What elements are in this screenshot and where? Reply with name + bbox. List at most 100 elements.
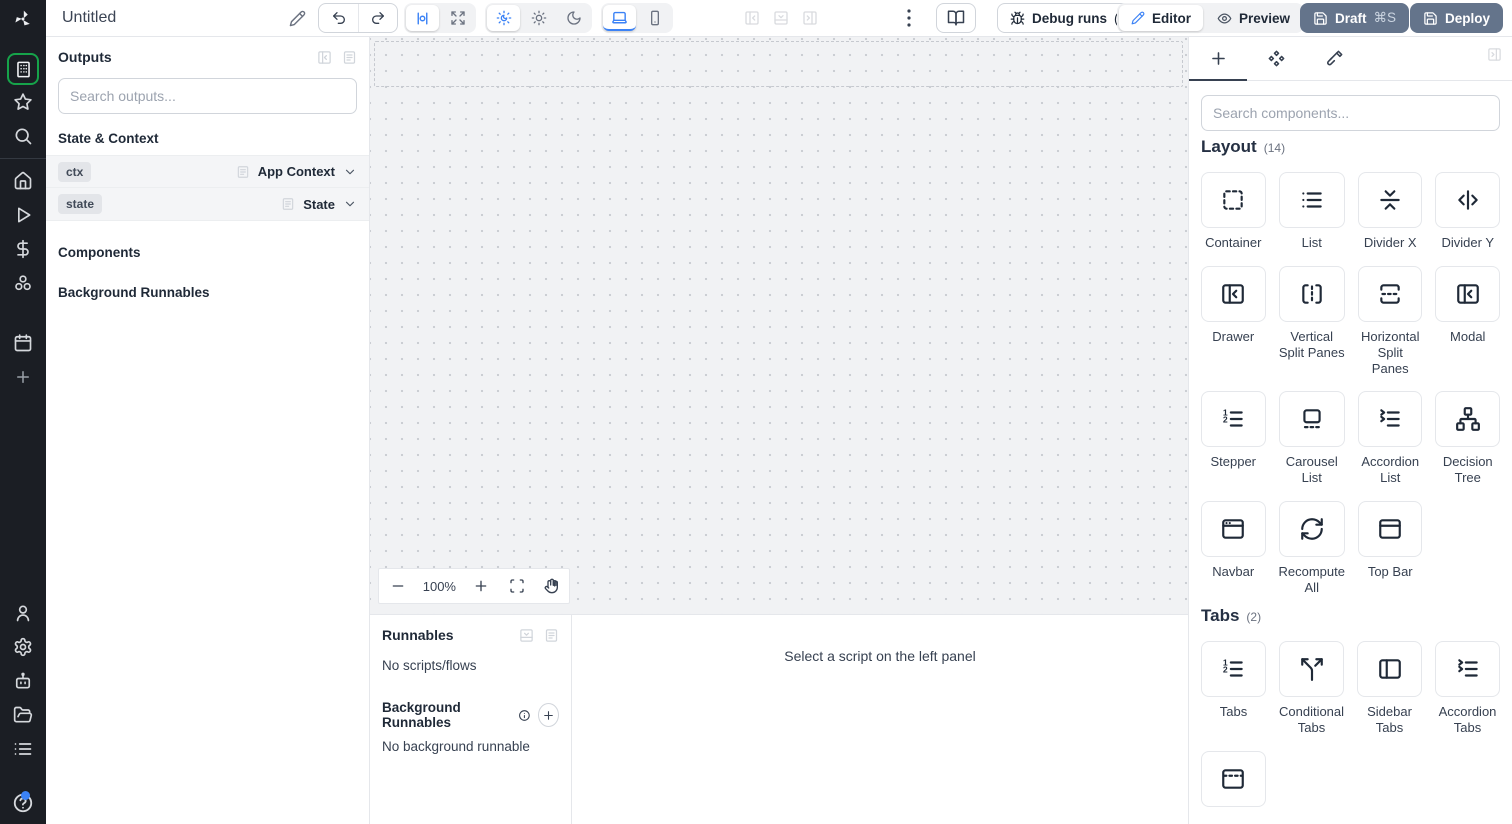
tab-component-settings[interactable] bbox=[1247, 37, 1305, 80]
component-card-accordion-tabs[interactable] bbox=[1435, 640, 1500, 697]
component-card-horizontal-split[interactable] bbox=[1357, 265, 1423, 322]
sidebar-item-help[interactable] bbox=[12, 791, 34, 814]
component-dropzone[interactable] bbox=[374, 41, 1183, 87]
zoom-out-button[interactable] bbox=[379, 569, 417, 603]
rail-bottom-group bbox=[0, 596, 46, 824]
minus-icon bbox=[392, 585, 404, 587]
outputs-title: Outputs bbox=[58, 49, 112, 65]
redo-button[interactable] bbox=[358, 4, 397, 32]
state-row[interactable]: state State bbox=[46, 188, 369, 221]
component-card-invisible-tabs[interactable] bbox=[1201, 750, 1266, 807]
theme-light-icon bbox=[531, 10, 546, 26]
add-background-runnable-button[interactable] bbox=[538, 703, 559, 727]
sidebar-item-add[interactable] bbox=[0, 360, 46, 394]
expand-icon bbox=[450, 11, 465, 25]
editor-tab[interactable]: Editor bbox=[1119, 5, 1203, 31]
chevron-down-icon[interactable] bbox=[343, 197, 357, 211]
outputs-doc-icon[interactable] bbox=[342, 50, 357, 65]
panel-left-toggle-icon[interactable] bbox=[744, 6, 760, 30]
component-card-vertical-split[interactable] bbox=[1278, 265, 1345, 322]
theme-auto-button[interactable] bbox=[487, 5, 520, 31]
pencil-icon bbox=[289, 10, 305, 26]
sidebar-item-schedules[interactable] bbox=[0, 326, 46, 360]
accordion-tabs-icon bbox=[1457, 659, 1478, 677]
component-card-container[interactable] bbox=[1201, 172, 1266, 228]
app-title: Untitled bbox=[62, 9, 117, 26]
draft-button[interactable]: Draft ⌘S bbox=[1300, 3, 1410, 33]
component-card-drawer[interactable] bbox=[1201, 265, 1266, 322]
navbar-icon bbox=[1222, 519, 1245, 539]
component-card-top-bar[interactable] bbox=[1357, 501, 1423, 558]
windmill-logo[interactable] bbox=[0, 0, 46, 37]
device-mobile-icon bbox=[650, 10, 659, 26]
editor-label: Editor bbox=[1152, 10, 1191, 26]
app-canvas[interactable]: 100% bbox=[370, 37, 1188, 614]
preview-tab[interactable]: Preview bbox=[1205, 5, 1302, 31]
component-card-stepper[interactable]: 12 bbox=[1201, 391, 1266, 448]
component-card-carousel[interactable] bbox=[1278, 391, 1345, 448]
plus-icon bbox=[1211, 52, 1225, 65]
sidebar-item-folders[interactable] bbox=[0, 698, 46, 732]
chevron-down-icon[interactable] bbox=[343, 165, 357, 179]
zoom-in-button[interactable] bbox=[462, 569, 500, 603]
sidebar-item-workers[interactable] bbox=[0, 664, 46, 698]
theme-dark-button[interactable] bbox=[557, 5, 590, 31]
collapse-outputs-panel-icon[interactable] bbox=[317, 50, 332, 65]
sidebar-item-app-editor[interactable] bbox=[7, 53, 39, 85]
runnables-doc-icon[interactable] bbox=[544, 628, 559, 643]
component-alignment-button[interactable] bbox=[406, 5, 439, 31]
app-editor-icon bbox=[16, 61, 30, 77]
component-card-modal[interactable] bbox=[1435, 265, 1500, 322]
rename-app-button[interactable] bbox=[284, 6, 310, 30]
panel-right-toggle-icon[interactable] bbox=[802, 6, 818, 30]
sidebar-item-favorites[interactable] bbox=[0, 85, 46, 119]
resources-boxes-icon bbox=[15, 275, 31, 291]
mobile-view-button[interactable] bbox=[638, 5, 671, 31]
collapse-runnables-panel-icon[interactable] bbox=[519, 628, 534, 643]
search-components-input[interactable] bbox=[1201, 95, 1500, 131]
draft-shortcut: ⌘S bbox=[1373, 10, 1397, 25]
component-card-recompute-all[interactable] bbox=[1278, 501, 1345, 558]
deploy-button[interactable]: Deploy bbox=[1410, 3, 1504, 33]
component-card-divider-x[interactable] bbox=[1357, 172, 1423, 228]
sidebar-item-search[interactable] bbox=[0, 119, 46, 153]
drawer-icon bbox=[1222, 284, 1245, 304]
component-card-tabs[interactable]: 12 bbox=[1201, 640, 1266, 697]
modal-icon bbox=[1456, 284, 1479, 304]
sidebar-item-variables[interactable] bbox=[0, 232, 46, 266]
panel-bottom-toggle-icon[interactable] bbox=[773, 6, 789, 30]
component-card-decision-tree[interactable] bbox=[1435, 391, 1500, 448]
theme-light-button[interactable] bbox=[522, 5, 555, 31]
sidebar-item-home[interactable] bbox=[0, 164, 46, 198]
tab-styling[interactable] bbox=[1305, 37, 1363, 80]
sidebar-item-settings[interactable] bbox=[0, 630, 46, 664]
expand-canvas-button[interactable] bbox=[441, 5, 474, 31]
carousel-icon bbox=[1303, 409, 1321, 429]
desktop-view-button[interactable] bbox=[603, 5, 636, 31]
fit-to-screen-button[interactable] bbox=[500, 569, 535, 603]
sidebar-item-resources[interactable] bbox=[0, 266, 46, 300]
pan-tool-button[interactable] bbox=[534, 569, 569, 603]
undo-button[interactable] bbox=[319, 4, 358, 32]
stepper-icon: 12 bbox=[1223, 408, 1243, 428]
component-card-divider-y[interactable] bbox=[1435, 172, 1500, 228]
component-card-sidebar-tabs[interactable] bbox=[1357, 640, 1423, 697]
sidebar-item-logs[interactable] bbox=[0, 732, 46, 766]
preview-label: Preview bbox=[1239, 10, 1291, 26]
search-outputs-input[interactable] bbox=[58, 78, 357, 114]
docs-button[interactable] bbox=[936, 3, 976, 33]
component-card-accordion-list[interactable] bbox=[1357, 391, 1423, 448]
schedules-calendar-icon bbox=[14, 334, 32, 352]
component-card-navbar[interactable] bbox=[1201, 501, 1266, 558]
tab-insert-component[interactable] bbox=[1189, 37, 1247, 81]
component-card-list[interactable] bbox=[1278, 172, 1345, 228]
info-icon bbox=[519, 709, 531, 721]
more-menu-button[interactable] bbox=[900, 6, 918, 30]
sidebar-item-user[interactable] bbox=[0, 596, 46, 630]
collapse-components-panel-icon[interactable] bbox=[1487, 47, 1502, 62]
sidebar-item-runs[interactable] bbox=[0, 198, 46, 232]
user-icon bbox=[16, 605, 30, 622]
divider-y-icon bbox=[1457, 190, 1478, 210]
ctx-row[interactable]: ctx App Context bbox=[46, 155, 369, 188]
component-card-conditional-tabs[interactable] bbox=[1278, 640, 1345, 697]
